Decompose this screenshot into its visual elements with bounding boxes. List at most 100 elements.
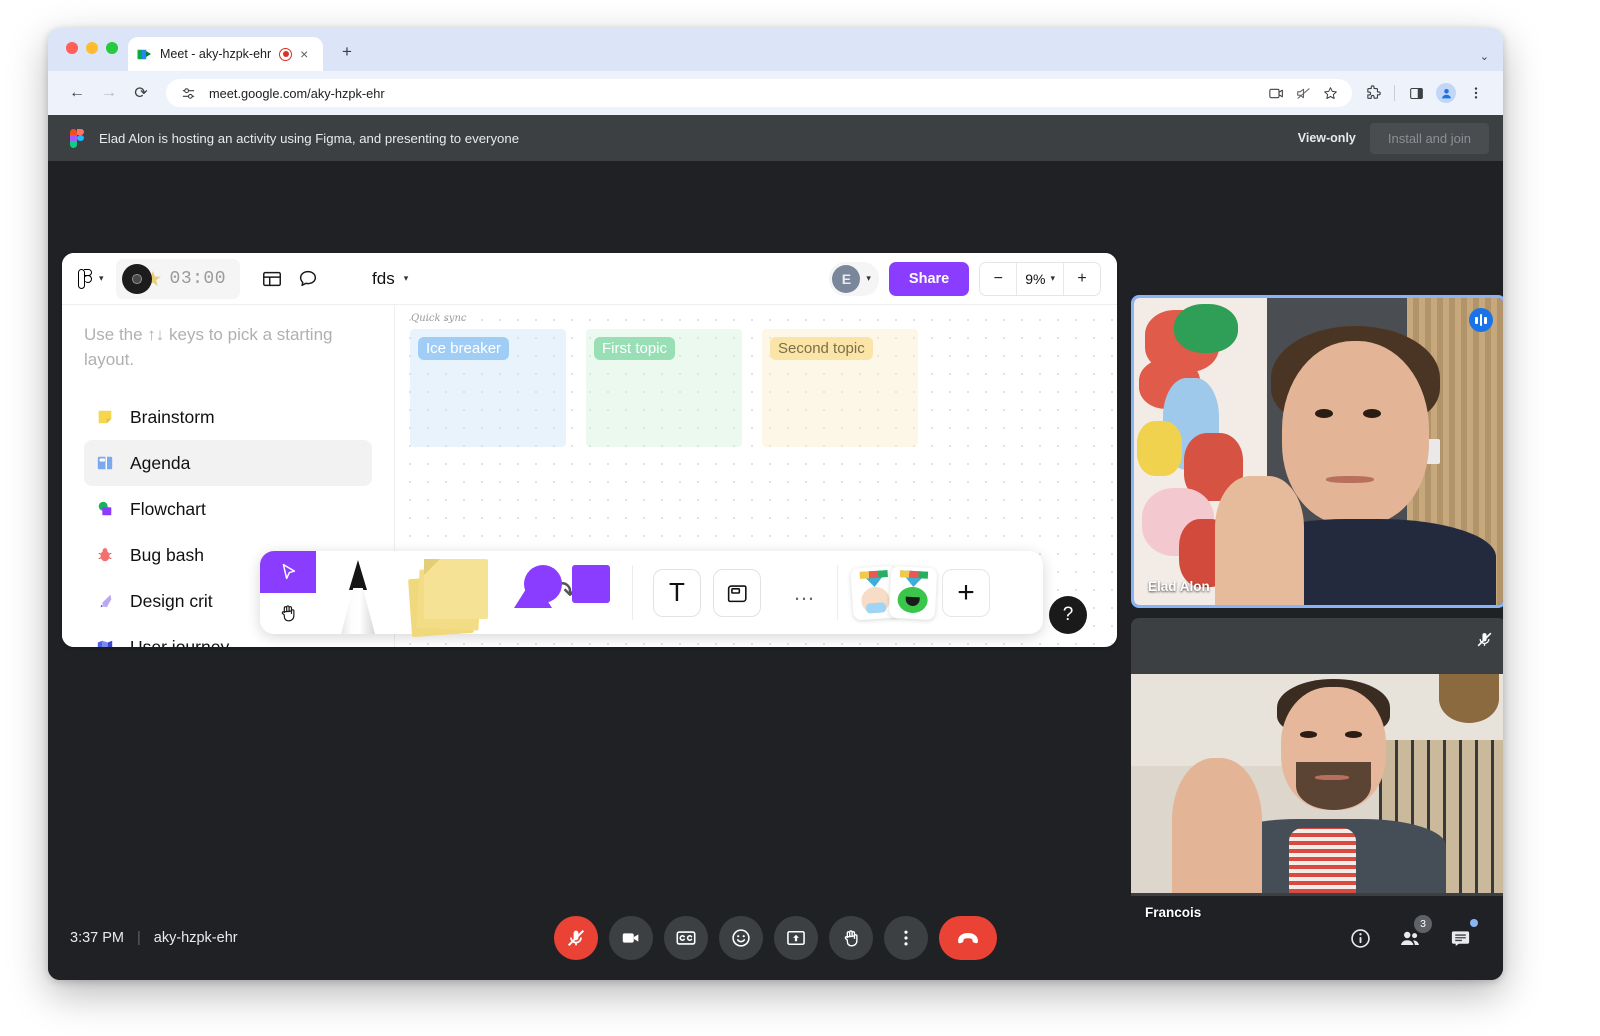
zoom-controls: − 9% ▾ + xyxy=(979,261,1101,296)
agenda-card[interactable]: Second topic xyxy=(762,329,918,447)
back-icon[interactable]: ← xyxy=(62,78,92,108)
agenda-panel-icon xyxy=(94,452,116,474)
tune-icon[interactable] xyxy=(176,81,200,105)
figma-body: Use the ↑↓ keys to pick a starting layou… xyxy=(62,305,1117,647)
close-window-button[interactable] xyxy=(66,42,78,54)
sticker-2-icon[interactable] xyxy=(888,565,938,620)
figma-file-name[interactable]: fds ▾ xyxy=(372,269,408,289)
chevron-down-icon[interactable]: ⌄ xyxy=(1480,50,1489,63)
panel-layout-icon[interactable] xyxy=(254,261,290,297)
agenda-cards: Ice breaker First topic Second topic xyxy=(410,329,918,447)
present-button[interactable] xyxy=(774,916,818,960)
forward-icon[interactable]: → xyxy=(94,78,124,108)
captions-button[interactable] xyxy=(664,916,708,960)
add-sticker-icon[interactable]: + xyxy=(942,568,990,617)
figma-timer[interactable]: ★ 03:00 xyxy=(115,258,241,299)
chevron-down-icon[interactable]: ▾ xyxy=(404,273,409,284)
participant-name: Elad Alon xyxy=(1148,579,1210,594)
close-icon[interactable]: × xyxy=(300,47,308,61)
text-and-frame-group: T … xyxy=(633,551,837,634)
browser-tab[interactable]: Meet - aky-hzpk-ehr × xyxy=(128,37,323,71)
record-icon[interactable] xyxy=(279,47,293,61)
address-bar[interactable]: meet.google.com/aky-hzpk-ehr xyxy=(166,79,1352,107)
comment-icon[interactable] xyxy=(290,261,326,297)
minimize-window-button[interactable] xyxy=(86,42,98,54)
meet-controls xyxy=(554,916,997,960)
frame-label: Quick sync xyxy=(411,313,467,324)
participant-video xyxy=(1134,298,1503,605)
google-meet-icon xyxy=(137,48,152,61)
browser-tabstrip: Meet - aky-hzpk-ehr × + ⌄ xyxy=(48,28,1503,71)
tab-title: Meet - aky-hzpk-ehr xyxy=(160,47,272,61)
chevron-down-icon[interactable]: ▾ xyxy=(1050,273,1055,284)
profile-avatar-icon[interactable] xyxy=(1433,80,1459,106)
screen-share-icon[interactable] xyxy=(1264,81,1288,105)
more-tools-icon[interactable]: … xyxy=(793,580,817,606)
participant-tile-francois[interactable]: Francois xyxy=(1131,618,1503,931)
agenda-card[interactable]: First topic xyxy=(586,329,742,447)
zoom-level-dropdown[interactable]: 9% ▾ xyxy=(1016,262,1064,295)
sidebar-item-flowchart[interactable]: Flowchart xyxy=(84,486,372,532)
new-tab-button[interactable]: + xyxy=(336,41,358,63)
side-panel-icon[interactable] xyxy=(1403,80,1429,106)
agenda-card[interactable]: Ice breaker xyxy=(410,329,566,447)
zoom-level-text: 9% xyxy=(1025,270,1046,287)
meeting-details-button[interactable] xyxy=(1339,917,1381,959)
bookmark-star-icon[interactable] xyxy=(1318,81,1342,105)
participant-name: Francois xyxy=(1145,905,1202,920)
raise-hand-button[interactable] xyxy=(829,916,873,960)
map-icon xyxy=(94,636,116,647)
chevron-down-icon[interactable]: ▾ xyxy=(866,273,871,284)
chevron-down-icon[interactable]: ▾ xyxy=(99,273,104,284)
zoom-out-button[interactable]: − xyxy=(980,263,1016,295)
sidebar-item-agenda[interactable]: Agenda xyxy=(84,440,372,487)
microphone-off-button[interactable] xyxy=(554,916,598,960)
meet-right-controls: 3 xyxy=(1339,915,1481,959)
sidebar-item-brainstorm[interactable]: Brainstorm xyxy=(84,394,372,440)
vinyl-record-icon xyxy=(121,263,152,294)
camera-button[interactable] xyxy=(609,916,653,960)
maximize-window-button[interactable] xyxy=(106,42,118,54)
sidebar-item-label: Flowchart xyxy=(130,498,206,519)
shapes-icon[interactable]: ↷ xyxy=(514,551,632,634)
mute-tab-icon[interactable] xyxy=(1291,81,1315,105)
participant-tile-elad-alon[interactable]: Elad Alon xyxy=(1131,295,1503,608)
screenshot-root: Meet - aky-hzpk-ehr × + ⌄ ← → ⟳ meet.goo… xyxy=(0,0,1600,1036)
timer-value: 03:00 xyxy=(169,268,227,289)
pen-marker-icon[interactable] xyxy=(316,551,400,634)
figma-avatar-chip[interactable]: E ▾ xyxy=(829,261,879,296)
hand-pan-icon[interactable] xyxy=(260,592,316,634)
help-button[interactable]: ? xyxy=(1049,596,1087,634)
reactions-button[interactable] xyxy=(719,916,763,960)
browser-navbar: ← → ⟳ meet.google.com/aky-hzpk-ehr xyxy=(48,71,1503,115)
sidebar-item-label: Agenda xyxy=(130,452,191,473)
more-options-button[interactable] xyxy=(884,916,928,960)
reload-icon[interactable]: ⟳ xyxy=(126,78,156,108)
speaking-indicator-icon xyxy=(1469,308,1493,332)
sidebar-item-label: User journey xyxy=(130,636,230,647)
sidebar-item-label: Design crit xyxy=(130,590,213,611)
cursor-select-icon[interactable] xyxy=(260,551,316,593)
view-only-label: View-only xyxy=(1297,131,1356,145)
chat-button[interactable] xyxy=(1439,917,1481,959)
install-and-join-button[interactable]: Install and join xyxy=(1369,122,1489,154)
activity-banner: Elad Alon is hosting an activity using F… xyxy=(48,115,1503,161)
leave-call-button[interactable] xyxy=(939,916,997,960)
separator: | xyxy=(137,930,141,946)
participants-button[interactable]: 3 xyxy=(1389,915,1432,959)
text-tool-icon[interactable]: T xyxy=(653,568,701,617)
chat-unread-indicator xyxy=(1470,919,1478,927)
sticky-notes-icon[interactable] xyxy=(400,551,514,638)
section-frame-icon[interactable] xyxy=(713,568,761,617)
url-text: meet.google.com/aky-hzpk-ehr xyxy=(209,85,385,101)
meet-control-bar: 3:37 PM | aky-hzpk-ehr 3 xyxy=(48,896,1503,980)
figma-logo-icon[interactable]: ▾ xyxy=(78,268,104,289)
figma-icon xyxy=(70,128,85,148)
sticky-note-icon xyxy=(94,406,116,428)
zoom-in-button[interactable]: + xyxy=(1064,263,1100,295)
share-button[interactable]: Share xyxy=(888,261,970,296)
extensions-icon[interactable] xyxy=(1360,80,1386,106)
sidebar-item-label: Brainstorm xyxy=(130,406,215,427)
bug-icon xyxy=(94,544,116,566)
browser-menu-icon[interactable] xyxy=(1463,80,1489,106)
